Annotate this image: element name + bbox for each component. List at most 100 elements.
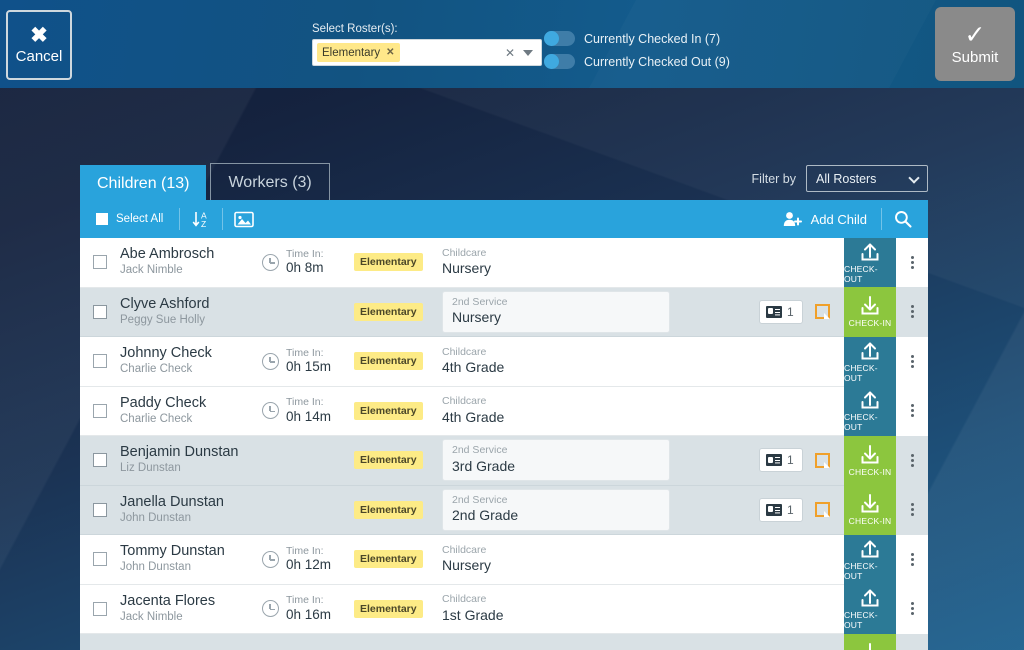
row-menu-button[interactable]: [896, 287, 928, 337]
row-name-cell: Clyve Ashford Peggy Sue Holly: [120, 296, 262, 328]
row-room-value: Nursery: [452, 308, 660, 326]
table-row[interactable]: Jacenta Flores Jack Nimble Time In: 0h 1…: [80, 585, 928, 635]
toggle-switch[interactable]: [544, 54, 575, 69]
search-icon[interactable]: [882, 200, 924, 238]
row-checkbox[interactable]: [93, 503, 107, 517]
row-time-value: 0h 8m: [286, 260, 324, 277]
row-menu-button[interactable]: [896, 485, 928, 535]
select-all-checkbox[interactable]: [96, 213, 108, 225]
row-menu-button[interactable]: [896, 238, 928, 288]
row-menu-button[interactable]: [896, 634, 928, 650]
action-button-label: CHECK-OUT: [844, 264, 896, 284]
row-time-label: Time In:: [286, 396, 331, 409]
clock-icon: [262, 551, 279, 568]
table-row[interactable]: Janella Dunstan John Dunstan Elementary …: [80, 486, 928, 536]
table-row[interactable]: Clyve Ashford Peggy Sue Holly Elementary…: [80, 288, 928, 338]
table-row[interactable]: Benjamin Dunstan Liz Dunstan Elementary …: [80, 436, 928, 486]
child-name: Tommy Dunstan: [120, 543, 262, 560]
roster-tag: Elementary: [354, 451, 423, 469]
tab-children[interactable]: Children (13): [80, 165, 206, 202]
id-card-icon: [766, 306, 782, 318]
check-out-button[interactable]: CHECK-OUT: [844, 238, 896, 288]
table-row[interactable]: Abe Ambrosch Jack Nimble Time In: 0h 8m …: [80, 238, 928, 288]
row-checkbox[interactable]: [93, 602, 107, 616]
row-checkbox-cell: [80, 453, 120, 467]
table-row[interactable]: CHECK-IN: [80, 634, 928, 650]
row-checkbox[interactable]: [93, 404, 107, 418]
download-arrow-icon: [859, 444, 881, 465]
note-icon[interactable]: [815, 453, 830, 468]
row-checkbox[interactable]: [93, 453, 107, 467]
table-row[interactable]: Tommy Dunstan John Dunstan Time In: 0h 1…: [80, 535, 928, 585]
top-action-bar: ✖ Cancel Select Roster(s): Elementary ✕ …: [0, 0, 1024, 88]
upload-arrow-icon: [859, 389, 881, 410]
note-icon[interactable]: [815, 304, 830, 319]
row-checkbox[interactable]: [93, 354, 107, 368]
clock-icon: [262, 600, 279, 617]
row-time: Time In: 0h 12m: [262, 545, 354, 574]
cancel-button[interactable]: ✖ Cancel: [6, 10, 72, 80]
check-out-button[interactable]: CHECK-OUT: [844, 386, 896, 436]
row-room-value: 4th Grade: [442, 408, 672, 426]
table-row[interactable]: Johnny Check Charlie Check Time In: 0h 1…: [80, 337, 928, 387]
roster-chip[interactable]: Elementary ✕: [317, 43, 400, 62]
row-room: Childcare 1st Grade: [442, 593, 672, 624]
filter-by-label: Filter by: [752, 172, 796, 186]
submit-button[interactable]: ✓ Submit: [935, 7, 1015, 81]
guardian-id-button[interactable]: 1: [759, 448, 803, 472]
row-checkbox[interactable]: [93, 552, 107, 566]
row-menu-button[interactable]: [896, 337, 928, 387]
toggle-switch[interactable]: [544, 31, 575, 46]
sort-az-icon[interactable]: A Z: [180, 200, 222, 238]
svg-text:Z: Z: [201, 219, 206, 229]
chevron-down-icon[interactable]: [523, 50, 533, 56]
check-in-button[interactable]: CHECK-IN: [844, 485, 896, 535]
guardian-id-button[interactable]: 1: [759, 300, 803, 324]
roster-filter-select[interactable]: All Rosters: [806, 165, 928, 192]
table-row[interactable]: Paddy Check Charlie Check Time In: 0h 14…: [80, 387, 928, 437]
roster-clear-icon[interactable]: ✕: [505, 46, 515, 60]
check-in-button[interactable]: CHECK-IN: [844, 287, 896, 337]
check-in-button[interactable]: CHECK-IN: [844, 436, 896, 486]
photo-icon[interactable]: [223, 200, 265, 238]
row-time: Time In: 0h 15m: [262, 347, 354, 376]
second-service-field[interactable]: 2nd Service Nursery: [442, 291, 670, 333]
row-room-label: Childcare: [442, 593, 672, 606]
check-out-button[interactable]: CHECK-OUT: [844, 337, 896, 387]
row-tag-cell: Elementary: [354, 501, 442, 519]
row-checkbox-cell: [80, 404, 120, 418]
toggle-checked-in[interactable]: Currently Checked In (7): [544, 28, 730, 49]
row-checkbox-cell: [80, 354, 120, 368]
row-menu-button[interactable]: [896, 535, 928, 585]
toggle-checked-out[interactable]: Currently Checked Out (9): [544, 51, 730, 72]
roster-tag: Elementary: [354, 501, 423, 519]
row-menu-button[interactable]: [896, 386, 928, 436]
second-service-field[interactable]: 2nd Service 2nd Grade: [442, 489, 670, 531]
attendance-card: Select All A Z: [80, 200, 928, 650]
select-all-control[interactable]: Select All: [80, 213, 179, 225]
check-out-button[interactable]: CHECK-OUT: [844, 584, 896, 634]
guardian-id-button[interactable]: 1: [759, 498, 803, 522]
row-checkbox[interactable]: [93, 255, 107, 269]
row-room-value: Nursery: [442, 556, 672, 574]
row-checkbox[interactable]: [93, 305, 107, 319]
row-menu-button[interactable]: [896, 436, 928, 486]
guardian-name: John Dunstan: [120, 511, 262, 526]
row-tag-cell: Elementary: [354, 451, 442, 469]
tab-workers[interactable]: Workers (3): [210, 163, 329, 202]
note-icon[interactable]: [815, 502, 830, 517]
second-service-field[interactable]: 2nd Service 3rd Grade: [442, 439, 670, 481]
more-vertical-icon: [911, 305, 914, 308]
roster-chip-remove-icon[interactable]: ✕: [380, 43, 399, 62]
guardian-name: John Dunstan: [120, 560, 262, 575]
row-time-value: 0h 12m: [286, 557, 331, 574]
check-out-button[interactable]: CHECK-OUT: [844, 535, 896, 585]
guardian-name: Charlie Check: [120, 362, 262, 377]
roster-tag: Elementary: [354, 253, 423, 271]
more-vertical-icon: [911, 503, 914, 506]
row-menu-button[interactable]: [896, 584, 928, 634]
roster-select-input[interactable]: Elementary ✕ ✕: [312, 39, 542, 66]
add-child-button[interactable]: Add Child: [769, 211, 881, 227]
row-room-value: Nursery: [442, 259, 672, 277]
check-in-button[interactable]: CHECK-IN: [844, 634, 896, 650]
